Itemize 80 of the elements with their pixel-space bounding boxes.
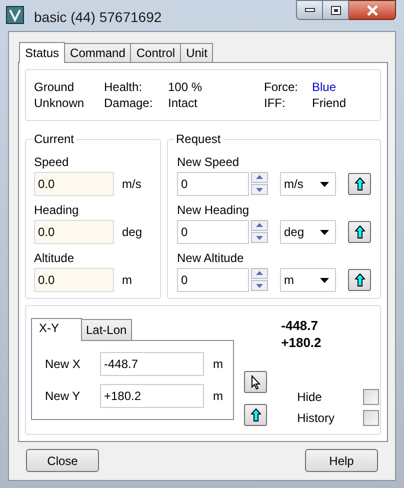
tab[interactable]: X-Y bbox=[31, 318, 82, 341]
number-field[interactable]: 0 bbox=[177, 172, 249, 196]
caret-icon bbox=[320, 230, 329, 234]
unit-label: deg bbox=[122, 224, 142, 241]
unit-dropdown[interactable]: m bbox=[280, 268, 336, 292]
apply-button[interactable] bbox=[348, 173, 371, 195]
field-label: Heading bbox=[34, 202, 80, 219]
group-title: Request bbox=[174, 132, 223, 146]
tab[interactable]: Lat-Lon bbox=[82, 319, 132, 340]
checkbox-label: Hide bbox=[297, 389, 322, 406]
checkbox[interactable] bbox=[363, 410, 380, 426]
field-value: Friend bbox=[312, 95, 346, 111]
unit-type-text: Unknown bbox=[34, 95, 86, 111]
number-field[interactable]: 0 bbox=[177, 268, 249, 292]
field-label: New Y bbox=[45, 388, 82, 405]
checkbox[interactable] bbox=[363, 389, 380, 405]
maximize-icon bbox=[330, 6, 340, 14]
coordinate-readout: +180.2 bbox=[281, 334, 322, 351]
up-arrow-icon bbox=[354, 177, 364, 191]
field-label: New Speed bbox=[177, 154, 240, 171]
unit-label: m bbox=[213, 388, 223, 405]
number-field[interactable]: 0 bbox=[177, 220, 249, 244]
readonly-field[interactable]: 0.0 bbox=[34, 268, 114, 292]
up-arrow-icon bbox=[250, 408, 261, 422]
app-icon bbox=[6, 6, 24, 24]
checkbox-label: History bbox=[297, 410, 334, 427]
tab[interactable]: Unit bbox=[181, 43, 214, 62]
close-window-button[interactable] bbox=[349, 0, 396, 20]
spin-up-icon bbox=[251, 268, 268, 279]
field-label: Damage: bbox=[104, 95, 154, 111]
unit-type-text: Ground bbox=[34, 79, 76, 95]
field-label: IFF: bbox=[264, 95, 286, 111]
readonly-field[interactable]: 0.0 bbox=[34, 220, 114, 244]
unit-dropdown[interactable]: deg bbox=[280, 220, 336, 244]
field-label: New X bbox=[45, 356, 82, 373]
field-label: Altitude bbox=[34, 250, 76, 267]
field-value: Blue bbox=[312, 79, 338, 95]
field-label: Health: bbox=[104, 79, 144, 95]
unit-dropdown[interactable]: m/s bbox=[280, 172, 336, 196]
minimize-button[interactable] bbox=[296, 0, 323, 20]
dialog-button[interactable]: Help bbox=[305, 449, 378, 472]
apply-button[interactable] bbox=[348, 221, 371, 243]
field-label: New Heading bbox=[177, 202, 250, 219]
unit-label: m/s bbox=[122, 176, 142, 193]
field-value: 100 % bbox=[168, 79, 204, 95]
coordinate-field[interactable]: +180.2 bbox=[100, 384, 204, 408]
apply-button[interactable] bbox=[348, 269, 371, 291]
apply-button[interactable] bbox=[244, 404, 268, 426]
tab[interactable]: Control bbox=[131, 43, 182, 62]
minimize-icon bbox=[304, 8, 314, 12]
window-title: basic (44) 57671692 bbox=[34, 8, 162, 27]
spin-down-icon bbox=[251, 184, 268, 195]
field-value: Intact bbox=[168, 95, 198, 111]
tab[interactable]: Status bbox=[19, 42, 66, 63]
tab[interactable]: Command bbox=[65, 43, 132, 62]
caret-icon bbox=[320, 182, 329, 186]
spinner[interactable] bbox=[251, 268, 268, 292]
unit-label: m bbox=[213, 356, 223, 373]
group-title: Current bbox=[32, 132, 76, 146]
field-label: New Altitude bbox=[177, 250, 245, 267]
close-icon bbox=[366, 4, 378, 16]
caret-icon bbox=[320, 278, 329, 282]
pick-location-button[interactable] bbox=[244, 371, 268, 393]
cursor-icon bbox=[250, 374, 261, 390]
spin-up-icon bbox=[251, 172, 268, 183]
coordinate-readout: -448.7 bbox=[281, 317, 320, 334]
maximize-button[interactable] bbox=[323, 0, 349, 20]
up-arrow-icon bbox=[354, 273, 364, 287]
field-label: Speed bbox=[34, 154, 70, 171]
spinner[interactable] bbox=[251, 220, 268, 244]
up-arrow-icon bbox=[354, 225, 364, 239]
dialog-button[interactable]: Close bbox=[26, 449, 99, 472]
readonly-field[interactable]: 0.0 bbox=[34, 172, 114, 196]
field-label: Force: bbox=[264, 79, 300, 95]
spin-down-icon bbox=[251, 232, 268, 243]
coordinate-field[interactable]: -448.7 bbox=[100, 352, 204, 376]
spin-up-icon bbox=[251, 220, 268, 231]
spinner[interactable] bbox=[251, 172, 268, 196]
spin-down-icon bbox=[251, 280, 268, 291]
unit-label: m bbox=[122, 272, 132, 289]
